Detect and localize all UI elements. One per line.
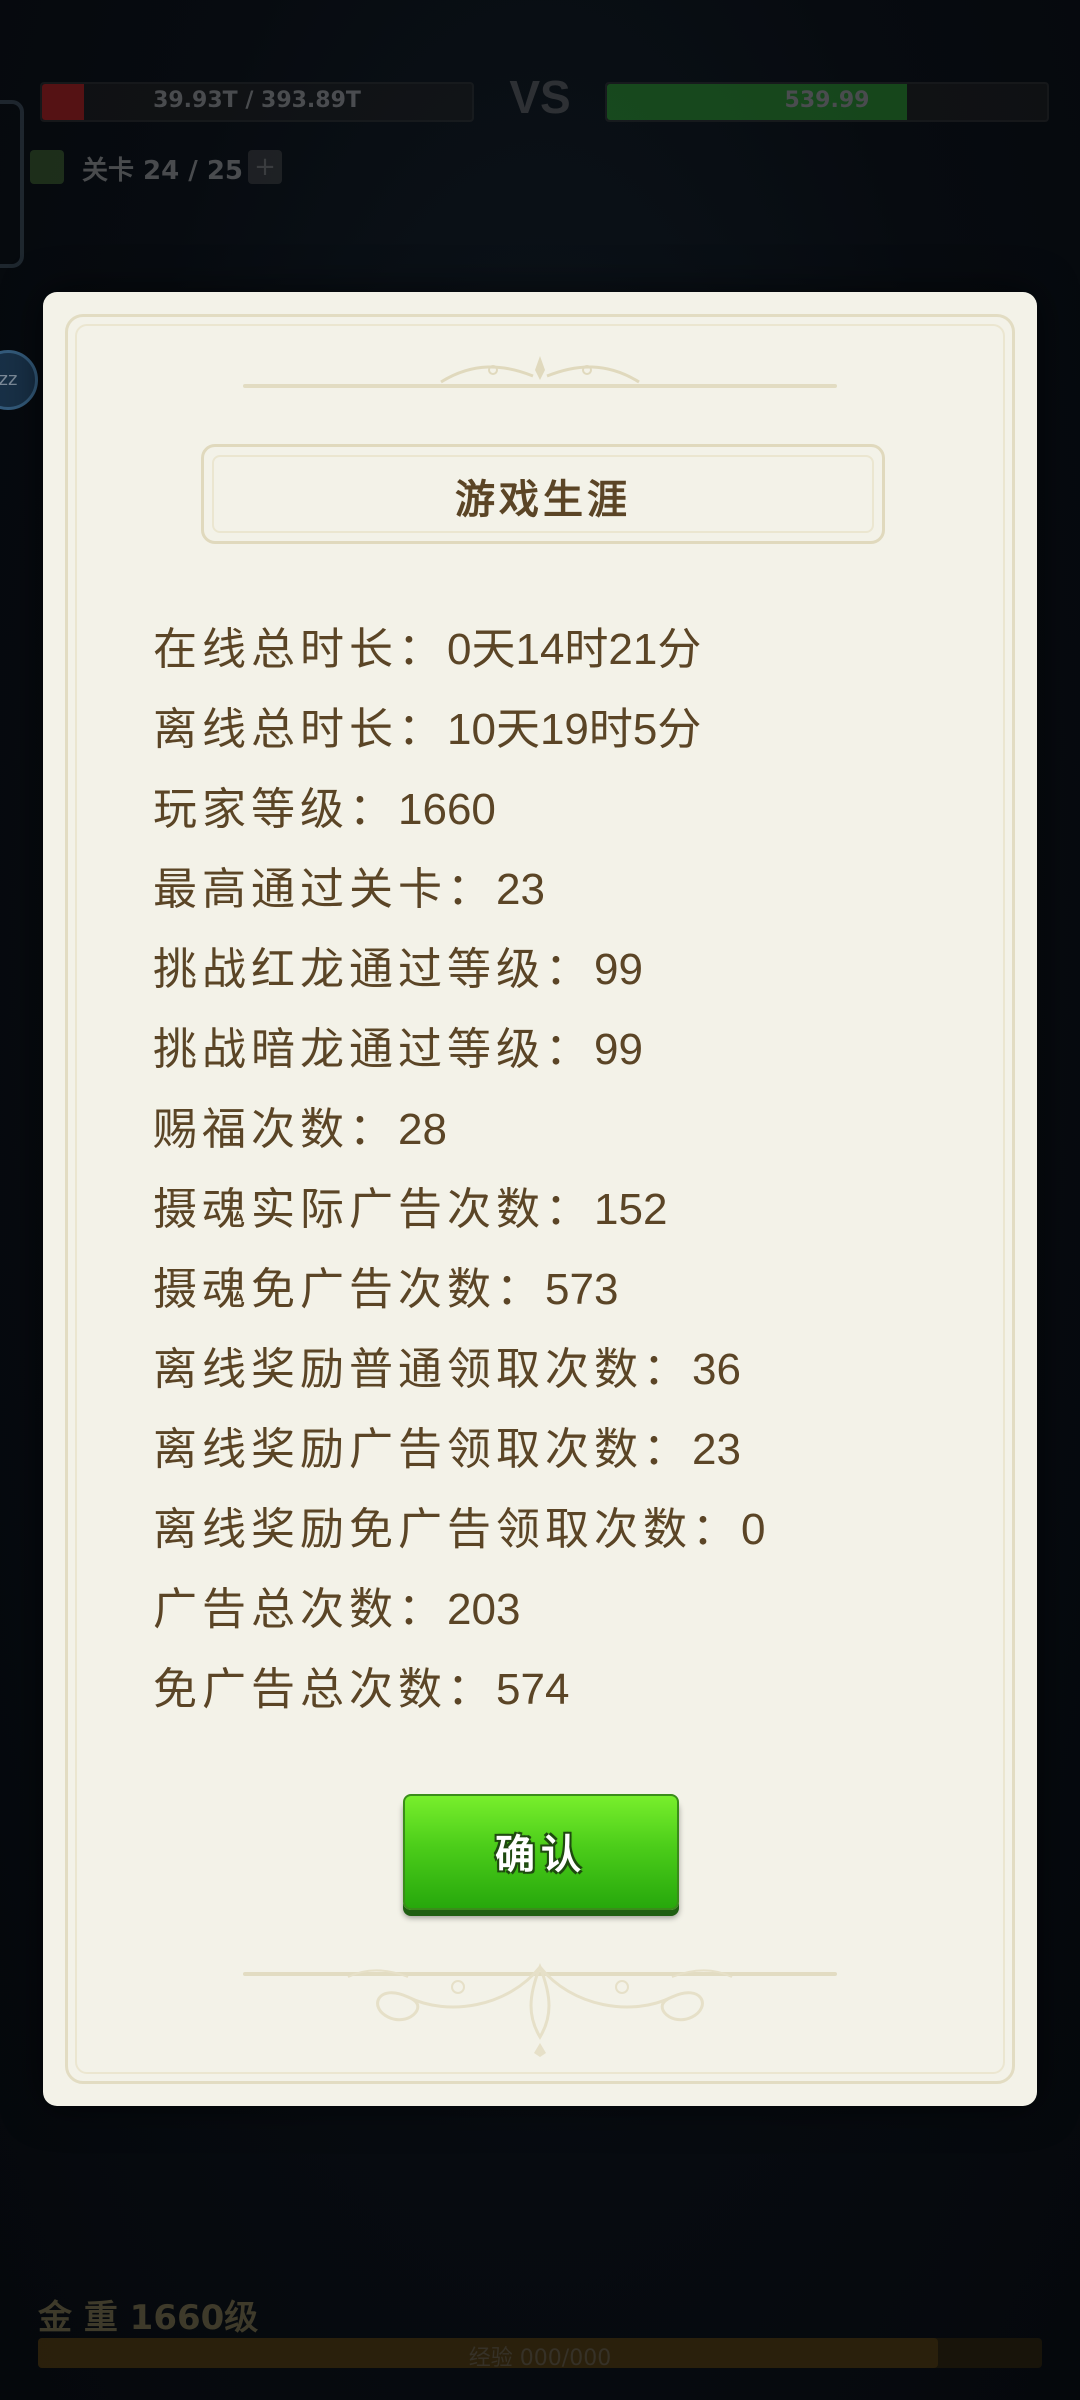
stat-label: 广告总次数： [153, 1584, 447, 1635]
stat-value: 23 [692, 1425, 741, 1474]
stat-value: 99 [594, 945, 643, 994]
sleep-icon[interactable]: zz [0, 350, 38, 410]
stat-row-soul-ads: 摄魂实际广告次数：152 [153, 1170, 953, 1250]
stat-value: 152 [594, 1185, 668, 1234]
confirm-button[interactable]: 确认 [403, 1794, 679, 1910]
player-hp-bar: 39.93T / 393.89T [40, 82, 474, 122]
stat-row-red-dragon: 挑战红龙通过等级：99 [153, 930, 953, 1010]
exp-bar: 经验 000/000 [38, 2338, 1042, 2371]
stat-label: 离线奖励普通领取次数： [153, 1344, 692, 1395]
stat-row-offline-normal: 离线奖励普通领取次数：36 [153, 1330, 953, 1410]
stat-row-offline-ads: 离线奖励广告领取次数：23 [153, 1410, 953, 1490]
stat-label: 最高通过关卡： [153, 864, 496, 915]
stat-row-total-adfree: 免广告总次数：574 [153, 1650, 953, 1730]
career-stats-list: 在线总时长：0天14时21分 离线总时长：10天19时5分 玩家等级：1660 … [153, 610, 953, 1730]
enemy-hp-text: 539.99 [784, 88, 870, 113]
vs-label: VS [509, 71, 571, 123]
stage-flag-icon [30, 150, 64, 184]
stat-value: 0 [741, 1505, 766, 1554]
stat-label: 免广告总次数： [153, 1664, 496, 1715]
stat-value: 1660 [398, 785, 496, 834]
stat-row-dark-dragon: 挑战暗龙通过等级：99 [153, 1010, 953, 1090]
title-frame: 游戏生涯 [201, 444, 885, 544]
dialog-title: 游戏生涯 [455, 476, 631, 523]
stat-value: 36 [692, 1345, 741, 1394]
top-ornament-icon [440, 356, 640, 384]
confirm-button-label: 确认 [495, 1831, 587, 1878]
stat-row-online-time: 在线总时长：0天14时21分 [153, 610, 953, 690]
stage-label: 关卡 24 / 25 [82, 156, 244, 186]
stat-label: 离线奖励广告领取次数： [153, 1424, 692, 1475]
stat-row-highest-stage: 最高通过关卡：23 [153, 850, 953, 930]
stat-row-offline-adfree: 离线奖励免广告领取次数：0 [153, 1490, 953, 1570]
stat-label: 玩家等级： [153, 784, 398, 835]
stat-value: 99 [594, 1025, 643, 1074]
battle-hud: 39.93T / 393.89T VS 539.99 [0, 70, 1080, 130]
bottom-ornament-icon [347, 1962, 733, 2057]
stat-label: 离线奖励免广告领取次数： [153, 1504, 741, 1555]
stat-value: 28 [398, 1105, 447, 1154]
stat-value: 203 [447, 1585, 521, 1634]
side-panel-frame [0, 100, 24, 268]
stat-value: 573 [545, 1265, 619, 1314]
stat-label: 挑战红龙通过等级： [153, 944, 594, 995]
player-level-title: 金 重 1660级 [38, 2298, 259, 2338]
stat-label: 摄魂实际广告次数： [153, 1184, 594, 1235]
stat-row-player-level: 玩家等级：1660 [153, 770, 953, 850]
player-hp-text: 39.93T / 393.89T [153, 88, 361, 113]
stat-label: 赐福次数： [153, 1104, 398, 1155]
stat-label: 在线总时长： [153, 624, 447, 675]
stat-row-soul-adfree: 摄魂免广告次数：573 [153, 1250, 953, 1330]
exp-text: 经验 000/000 [468, 2346, 612, 2371]
stat-value: 23 [496, 865, 545, 914]
stage-plus-button[interactable]: + [248, 150, 282, 184]
stat-row-offline-time: 离线总时长：10天19时5分 [153, 690, 953, 770]
stat-row-blessings: 赐福次数：28 [153, 1090, 953, 1170]
enemy-hp-bar: 539.99 [605, 82, 1049, 122]
stat-label: 摄魂免广告次数： [153, 1264, 545, 1315]
stat-value: 574 [496, 1665, 570, 1714]
stat-value: 0天14时21分 [447, 625, 702, 674]
game-screen: 39.93T / 393.89T VS 539.99 关卡 24 / 25 + … [0, 0, 1080, 2400]
stat-row-total-ads: 广告总次数：203 [153, 1570, 953, 1650]
stat-label: 挑战暗龙通过等级： [153, 1024, 594, 1075]
stat-label: 离线总时长： [153, 704, 447, 755]
career-dialog: 游戏生涯 在线总时长：0天14时21分 离线总时长：10天19时5分 玩家等级：… [43, 292, 1037, 2106]
stat-value: 10天19时5分 [447, 705, 702, 754]
